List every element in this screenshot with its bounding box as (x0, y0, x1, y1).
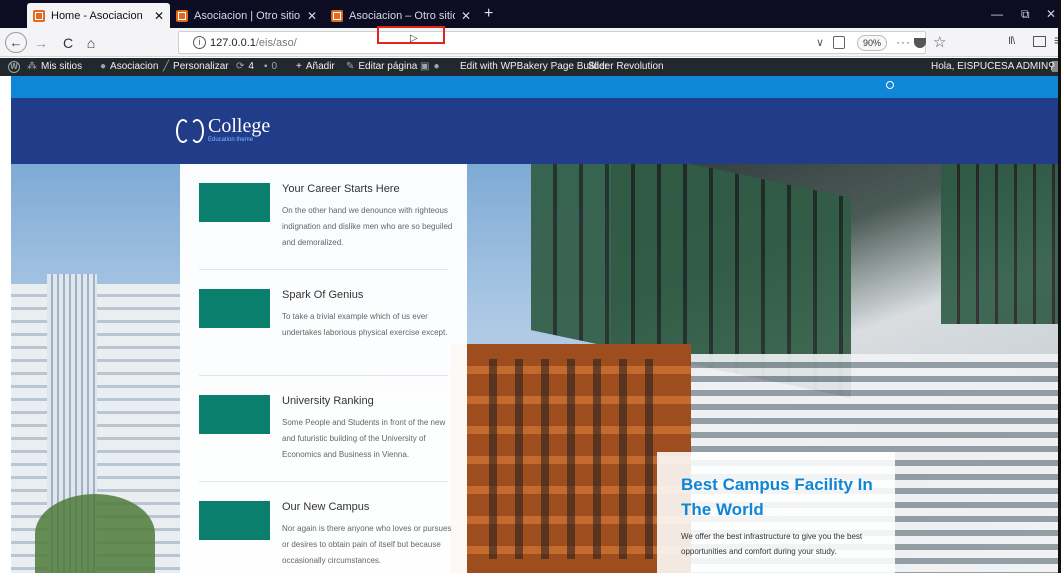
home-icon: ● (100, 61, 107, 72)
admin-search-icon[interactable]: ⚲ (1048, 61, 1055, 72)
tab-home-asociacion[interactable]: Home - Asociacion ✕ (27, 3, 170, 28)
building-orange-windows (471, 359, 671, 559)
admin-customize[interactable]: ╱ Personalizar (163, 61, 229, 72)
features-panel: Your Career Starts Here On the other han… (180, 164, 467, 573)
plugin-icon: ▣ (420, 61, 430, 72)
admin-account[interactable]: Hola, EISPUCESA ADMIN (931, 61, 1061, 72)
url-path: /eis/aso/ (255, 37, 297, 49)
admin-site-name[interactable]: ● Asociacion (100, 61, 158, 72)
site-logo[interactable]: College Education theme (176, 116, 270, 143)
feature-title[interactable]: Our New Campus (282, 501, 369, 513)
pencil-icon: ✎ (346, 61, 355, 72)
admin-plugin-icons[interactable]: ▣ ● (420, 61, 444, 72)
admin-edit-page-label: Editar página (358, 61, 418, 72)
sidebar-toggle-icon[interactable] (1033, 36, 1046, 47)
tab-title: Asociacion | Otro sitio más de (194, 10, 301, 22)
close-tab-icon[interactable]: ✕ (154, 9, 164, 23)
feature-title[interactable]: Your Career Starts Here (282, 183, 400, 195)
site-favicon-icon (176, 10, 188, 22)
admin-my-sites[interactable]: ⁂ Mis sitios (27, 61, 82, 72)
site-info-icon[interactable]: i (193, 36, 206, 49)
admin-slider-revolution[interactable]: Slider Revolution (588, 61, 664, 72)
tab-asociacion-2[interactable]: Asociacion – Otro sitio más de ✕ (325, 4, 477, 28)
admin-updates[interactable]: ⟳ 4 (236, 61, 254, 72)
campus-callout-box: Best Campus Facility In The World We off… (657, 452, 895, 573)
new-tab-button[interactable]: + (484, 5, 493, 23)
status-dot-icon: ● (433, 61, 440, 72)
admin-wpbakery[interactable]: Edit with WPBakery Page Builder (460, 61, 608, 72)
tab-asociacion-1[interactable]: Asociacion | Otro sitio más de ✕ (170, 4, 323, 28)
laurel-logo-icon (176, 117, 204, 143)
feature-text: To take a trivial example which of us ev… (282, 312, 448, 337)
feature-thumbnail[interactable] (199, 183, 270, 222)
updates-count: 4 (248, 61, 254, 72)
site-top-bar (11, 76, 1061, 98)
tree (35, 494, 155, 573)
feature-title[interactable]: University Ranking (282, 395, 374, 407)
callout-title: Best Campus Facility In The World (681, 475, 873, 519)
url-host: 127.0.0.1 (210, 37, 256, 49)
reload-button[interactable]: C (60, 32, 76, 53)
admin-comments[interactable]: ▪ 0 (264, 61, 277, 72)
site-header: College Education theme (11, 98, 1061, 164)
hero-image (11, 164, 1061, 573)
building-far-right (941, 164, 1061, 324)
plus-icon: + (296, 61, 302, 72)
site-search-button[interactable] (875, 78, 905, 96)
admin-customize-label: Personalizar (173, 61, 229, 72)
tab-title: Home - Asociacion (51, 9, 143, 22)
close-tab-icon[interactable]: ✕ (461, 9, 471, 23)
feature-title[interactable]: Spark Of Genius (282, 289, 363, 301)
admin-new[interactable]: + Añadir (296, 61, 335, 72)
admin-my-sites-label: Mis sitios (41, 61, 83, 72)
admin-new-label: Añadir (305, 61, 335, 72)
comments-count: 0 (271, 61, 278, 72)
brush-icon: ╱ (163, 61, 170, 72)
site-favicon-icon (331, 10, 343, 22)
logo-tagline: Education theme (208, 137, 254, 143)
feature-thumbnail[interactable] (199, 289, 270, 328)
forward-button[interactable]: → (34, 32, 48, 53)
page-actions-chevron-icon[interactable]: ∨ (816, 36, 824, 49)
bookmark-star-icon[interactable]: ☆ (933, 33, 946, 51)
wp-admin-bar: W ⁂ Mis sitios ● Asociacion ╱ Personalizar … (0, 58, 1061, 76)
library-icon[interactable]: II\ (1008, 35, 1015, 47)
feature-text: Some People and Students in front of the… (282, 418, 446, 459)
address-bar[interactable]: i 127.0.0.1/eis/aso/ ∨ 90% ··· (178, 31, 926, 54)
feature-item: Our New Campus Nor again is there anyone… (180, 482, 467, 573)
zoom-level[interactable]: 90% (857, 35, 888, 51)
url-text[interactable]: 127.0.0.1/eis/aso/ (210, 37, 297, 49)
browser-nav-bar: ← → C ⌂ i 127.0.0.1/eis/aso/ ∨ 90% ··· ☆… (0, 28, 1061, 57)
reader-view-icon[interactable] (833, 36, 845, 49)
browser-tab-strip: Home - Asociacion ✕ Asociacion | Otro si… (0, 0, 1061, 28)
mouse-cursor-icon: ▷ (410, 33, 418, 44)
sites-icon: ⁂ (27, 61, 37, 72)
feature-item: University Ranking Some People and Stude… (180, 376, 467, 482)
admin-site-label: Asociacion (110, 61, 159, 72)
restore-button[interactable]: ⧉ (1021, 7, 1030, 22)
feature-text: On the other hand we denounce with right… (282, 206, 453, 247)
minimize-button[interactable]: — (991, 7, 1003, 21)
pocket-icon[interactable] (914, 38, 926, 48)
admin-greeting: Hola, EISPUCESA ADMIN (931, 61, 1049, 72)
logo-name: College (208, 115, 271, 137)
tab-title: Asociacion – Otro sitio más de (349, 10, 455, 22)
comments-icon: ▪ (264, 61, 268, 72)
search-icon (886, 81, 894, 89)
close-tab-icon[interactable]: ✕ (307, 9, 317, 23)
feature-thumbnail[interactable] (199, 501, 270, 540)
feature-text: Nor again is there anyone who loves or p… (282, 524, 452, 565)
site-favicon-icon (33, 9, 45, 22)
feature-item: Your Career Starts Here On the other han… (180, 164, 467, 270)
wordpress-logo-icon[interactable]: W (8, 61, 20, 73)
updates-icon: ⟳ (236, 61, 245, 72)
back-button[interactable]: ← (5, 32, 27, 53)
window-close-button[interactable]: ✕ (1046, 7, 1056, 21)
page-actions-more-icon[interactable]: ··· (896, 35, 911, 49)
home-button[interactable]: ⌂ (83, 32, 99, 53)
admin-edit-page[interactable]: ✎ Editar página (346, 61, 417, 72)
callout-text: We offer the best infrastructure to give… (681, 532, 863, 556)
feature-item: Spark Of Genius To take a trivial exampl… (180, 270, 467, 376)
feature-thumbnail[interactable] (199, 395, 270, 434)
